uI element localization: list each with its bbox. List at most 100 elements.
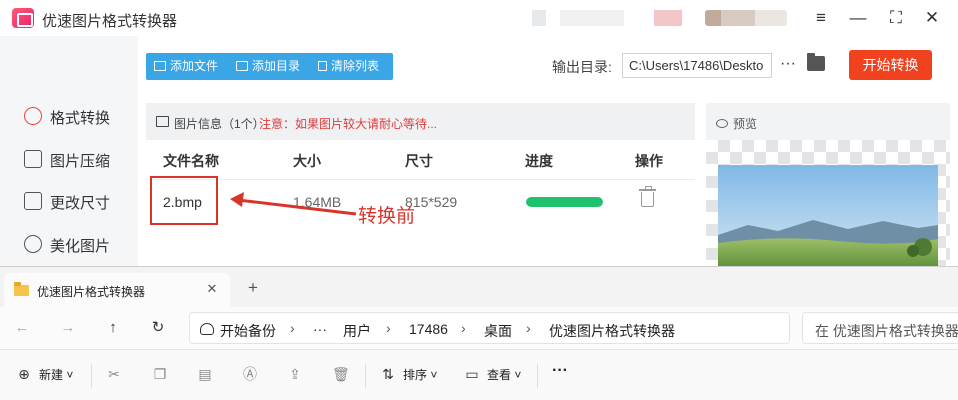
column-header-actions: 操作 [635,153,663,169]
command-bar: ⊕ 新建 ˅ ✂ ❐ ▤ Ⓐ ⇪ 🗑 ⇅ 排序 ˅ ▭ 查看 ˅ ··· [0,349,958,400]
breadcrumb-item[interactable]: 桌面 [484,321,512,341]
app-logo-icon [12,8,34,28]
add-circle-icon: ⊕ [18,366,30,382]
column-header-dimensions: 尺寸 [405,153,433,169]
start-convert-button[interactable]: 开始转换 [849,50,932,80]
more-options-button[interactable]: ··· [552,362,568,380]
converter-window: 优速图片格式转换器 ≡ — ⛶ ✕ 格式转换 图片压缩 更改尺寸 美化图片 添加… [0,0,958,268]
explorer-tab[interactable]: 优速图片格式转换器 ✕ [4,273,230,307]
breadcrumb-item[interactable]: 用户 [343,321,371,341]
sidebar-item-resize[interactable]: 更改尺寸 [0,181,138,221]
file-explorer-window: 优速图片格式转换器 ✕ + ← → ↑ ↻ 开始备份 › ··· 用户 › 17… [0,266,958,400]
sort-button[interactable]: 排序 ˅ [403,366,437,383]
rename-icon[interactable]: Ⓐ [242,366,258,382]
preview-label: 预览 [733,117,758,131]
up-arrow-icon[interactable]: ↑ [103,318,123,338]
preview-header: 预览 [716,115,757,132]
divider [146,179,695,180]
convert-icon [24,107,42,125]
breadcrumb-item[interactable]: 17486 [409,321,448,337]
breadcrumb-item[interactable]: 开始备份 [220,321,276,341]
cut-icon[interactable]: ✂ [106,366,122,382]
breadcrumb-overflow[interactable]: ··· [313,321,327,337]
annotation-highlight-box [150,176,218,225]
preview-panel: 预览 [706,103,950,268]
redacted-area [532,10,682,26]
sidebar-item-label: 格式转换 [50,110,111,127]
close-icon[interactable]: ✕ [920,6,944,30]
clear-list-button[interactable]: 清除列表 [318,53,379,80]
tab-label: 优速图片格式转换器 [37,285,146,299]
new-label: 新建 [39,368,64,382]
navigation-bar: ← → ↑ ↻ 开始备份 › ··· 用户 › 17486 › 桌面 › 优速图… [0,307,958,349]
view-icon: ▭ [465,366,479,382]
back-arrow-icon[interactable]: ← [12,318,32,338]
refresh-icon[interactable]: ↻ [148,318,168,338]
chevron-right-icon: › [461,320,466,336]
eye-icon [716,119,728,128]
annotation-text: 转换前 [358,206,416,227]
add-directory-label: 添加目录 [252,59,301,73]
copy-icon[interactable]: ❐ [152,366,168,382]
divider [91,364,92,388]
info-bar: 图片信息（1个） 注意：如果图片较大请耐心等待... [146,103,695,140]
address-bar[interactable]: 开始备份 › ··· 用户 › 17486 › 桌面 › 优速图片格式转换器 [189,312,790,344]
new-button[interactable]: 新建 ˅ [39,366,73,383]
menu-icon[interactable]: ≡ [809,6,833,30]
divider [365,364,366,388]
breadcrumb-item[interactable]: 优速图片格式转换器 [549,321,675,341]
chevron-right-icon: › [386,320,391,336]
share-icon[interactable]: ⇪ [287,366,303,382]
delete-icon[interactable] [639,186,656,207]
divider [537,364,538,388]
view-button[interactable]: 查看 ˅ [487,366,521,383]
column-header-progress: 进度 [525,153,553,169]
sidebar-item-label: 图片压缩 [50,153,111,170]
add-file-label: 添加文件 [170,59,219,73]
new-tab-button[interactable]: + [244,279,262,297]
forward-arrow-icon[interactable]: → [58,318,78,338]
info-title: 图片信息（1个） [174,117,265,131]
add-file-button[interactable]: 添加文件 [154,53,218,80]
column-header-size: 大小 [293,153,321,169]
sidebar-item-label: 更改尺寸 [50,195,111,212]
close-tab-icon[interactable]: ✕ [204,281,220,297]
sidebar: 格式转换 图片压缩 更改尺寸 美化图片 [0,36,138,268]
chevron-right-icon: › [526,320,531,336]
search-input[interactable]: 在 优速图片格式转换器 [802,312,958,344]
beautify-icon [24,235,42,253]
folder-icon [14,282,29,296]
sidebar-item-beautify[interactable]: 美化图片 [0,224,138,264]
app-title: 优速图片格式转换器 [42,13,178,30]
image-icon [156,116,169,127]
sort-label: 排序 [403,368,428,382]
sidebar-item-compress[interactable]: 图片压缩 [0,139,138,179]
add-directory-button[interactable]: 添加目录 [236,53,300,80]
paste-icon[interactable]: ▤ [197,366,213,382]
progress-fill [526,197,603,207]
open-folder-icon[interactable] [807,53,825,71]
output-path-field[interactable]: C:\Users\17486\Deskto [622,53,772,78]
browse-more-button[interactable]: ··· [778,52,798,76]
title-bar: 优速图片格式转换器 ≡ — ⛶ ✕ [0,0,958,36]
preview-image [718,165,938,268]
progress-bar [526,197,603,207]
sidebar-item-format-convert[interactable]: 格式转换 [0,96,138,136]
backup-icon [200,323,214,335]
sort-icon: ⇅ [382,366,394,382]
minimize-icon[interactable]: — [846,6,870,30]
compress-icon [24,150,42,168]
annotation-arrow [230,192,357,216]
output-dir-label: 输出目录: [552,59,612,75]
resize-icon [24,192,42,210]
fullscreen-icon[interactable]: ⛶ [884,6,908,30]
user-avatar-redacted[interactable] [705,10,787,26]
chevron-right-icon: › [290,320,295,336]
trash-icon [318,61,327,71]
add-file-icon [154,61,166,71]
column-header-name: 文件名称 [163,153,219,169]
warning-text: 注意：如果图片较大请耐心等待... [259,117,438,131]
sidebar-item-label: 美化图片 [50,238,111,255]
delete-icon[interactable]: 🗑 [332,366,350,382]
view-label: 查看 [487,368,512,382]
